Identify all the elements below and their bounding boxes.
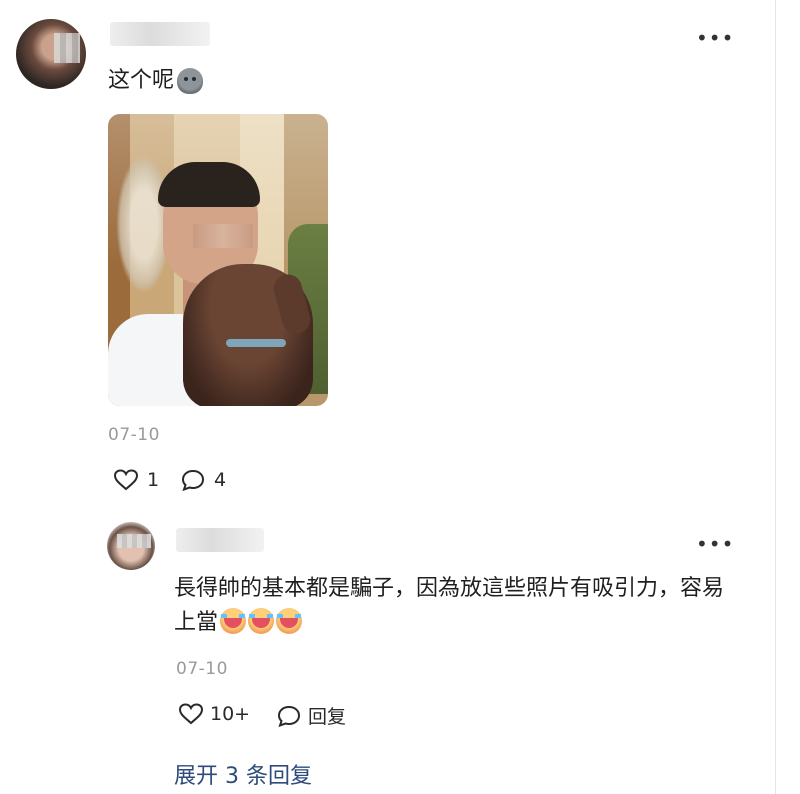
like-button[interactable]: 10+	[178, 702, 250, 726]
like-button[interactable]: 1	[113, 468, 159, 492]
reply-text-block: 長得帥的基本都是騙子，因為放這些照片有吸引力，容易上當	[174, 572, 734, 640]
comment-text: 这个呢	[108, 68, 175, 93]
like-count: 1	[147, 469, 160, 491]
reply-button[interactable]: 回复	[276, 702, 346, 729]
comment-date: 07-10	[108, 425, 160, 445]
comment-bubble-icon	[277, 705, 301, 727]
author-name-redacted[interactable]	[176, 528, 264, 552]
avatar[interactable]	[107, 522, 155, 570]
heart-icon	[178, 703, 204, 725]
reply-count-button[interactable]: 4	[180, 468, 226, 492]
more-options-icon[interactable]: •••	[696, 28, 734, 48]
crying-laughing-emoji-icon	[248, 608, 275, 634]
reply-count: 4	[214, 469, 227, 491]
crying-laughing-emoji-icon	[220, 608, 247, 634]
reply-date: 07-10	[176, 659, 228, 679]
crying-laughing-emoji-icon	[276, 608, 303, 634]
author-name-redacted[interactable]	[110, 22, 210, 46]
ghost-emoji-icon	[177, 68, 204, 94]
divider	[775, 0, 776, 794]
comment-bubble-icon	[181, 469, 205, 492]
avatar[interactable]	[16, 19, 86, 89]
reply-label: 回复	[308, 706, 347, 728]
more-options-icon[interactable]: •••	[696, 534, 734, 554]
like-count: 10+	[210, 703, 251, 725]
comment-text-row: 这个呢	[108, 65, 204, 97]
comment-photo[interactable]	[108, 114, 328, 406]
heart-icon	[113, 469, 139, 491]
expand-replies-link[interactable]: 展开 3 条回复	[174, 758, 312, 790]
